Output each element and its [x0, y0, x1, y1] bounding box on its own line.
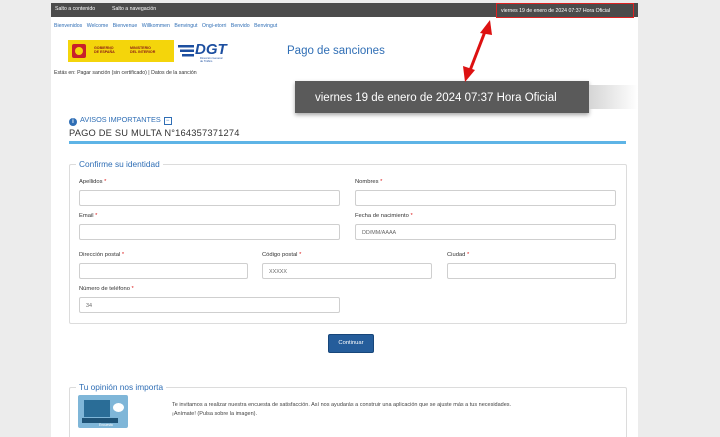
survey-image[interactable]: Encuesta [78, 395, 128, 428]
language-link[interactable]: Benvingut [174, 23, 197, 29]
language-link[interactable]: Ongi-etorri [202, 23, 227, 29]
dgt-wordmark: DGT [195, 41, 227, 58]
email-input[interactable] [79, 224, 340, 240]
language-link[interactable]: Benvido [231, 23, 250, 29]
nombres-input[interactable] [355, 190, 616, 206]
breadcrumb[interactable]: Estás en: Pagar sanción (sin certificado… [54, 70, 197, 76]
official-time: viernes 19 de enero de 2024 07:37 Hora O… [501, 7, 611, 14]
zoomed-official-time: viernes 19 de enero de 2024 07:37 Hora O… [315, 92, 557, 104]
page: Salto a contenido Salto a navegación vie… [51, 3, 638, 437]
language-link[interactable]: Benvingut [254, 23, 277, 29]
collapse-icon[interactable]: − [163, 117, 172, 125]
phone-label: Número de teléfono * [79, 286, 134, 292]
fine-title: PAGO DE SU MULTA N°164357371274 [69, 128, 240, 138]
language-link[interactable]: Welcome [87, 23, 109, 29]
language-selector: Bienvenidos Welcome Bienvenue Willkommen… [54, 23, 280, 29]
zoomed-time-fade [589, 85, 638, 109]
city-input[interactable] [447, 263, 616, 279]
coat-of-arms-icon [72, 44, 86, 58]
important-notices-toggle[interactable]: i AVISOS IMPORTANTES − [69, 115, 172, 126]
continue-button[interactable]: Continuar [328, 334, 374, 353]
birthdate-label: Fecha de nacimiento * [355, 213, 413, 219]
language-link[interactable]: Bienvenue [113, 23, 138, 29]
ministerio-label: MINISTERIO DEL INTERIOR [130, 46, 156, 55]
identity-fieldset: Confirme su identidad Apellidos * Nombre… [69, 159, 627, 324]
language-link[interactable]: Willkommen [142, 23, 170, 29]
section-divider [69, 141, 626, 144]
postal-code-label: Código postal * [262, 252, 302, 258]
nombres-label: Nombres * [355, 179, 383, 185]
birthdate-input[interactable]: DD/MM/AAAA [355, 224, 616, 240]
skip-to-navigation-link[interactable]: Salto a navegación [112, 6, 156, 12]
official-time-highlight: viernes 19 de enero de 2024 07:37 Hora O… [496, 3, 634, 18]
opinion-legend: Tu opinión nos importa [76, 382, 167, 392]
identity-legend: Confirme su identidad [76, 159, 163, 169]
dgt-logo[interactable]: DGT Dirección General de Tráfico [178, 41, 227, 63]
apellidos-label: Apellidos * [79, 179, 107, 185]
apellidos-input[interactable] [79, 190, 340, 206]
dgt-stripes-icon [178, 45, 194, 57]
page-title: Pago de sanciones [287, 45, 385, 57]
survey-image-label: Encuesta [99, 423, 113, 427]
survey-chat-icon [113, 403, 124, 412]
postal-code-input[interactable]: XXXXX [262, 263, 432, 279]
email-label: Email * [79, 213, 98, 219]
survey-screen-icon [84, 400, 110, 417]
address-label: Dirección postal * [79, 252, 125, 258]
phone-input[interactable]: 34 [79, 297, 340, 313]
city-label: Ciudad * [447, 252, 470, 258]
gobierno-logo[interactable]: GOBIERNO DE ESPAÑA MINISTERIO DEL INTERI… [68, 40, 174, 62]
gobierno-label: GOBIERNO DE ESPAÑA [94, 46, 115, 55]
zoomed-time-panel: viernes 19 de enero de 2024 07:37 Hora O… [295, 81, 589, 113]
important-notices-label: AVISOS IMPORTANTES [80, 115, 161, 124]
zoomed-time-callout: viernes 19 de enero de 2024 07:37 Hora O… [295, 81, 638, 113]
dgt-subtitle: Dirección General de Tráfico [200, 56, 223, 63]
survey-invitation-text: Te invitamos a realizar nuestra encuesta… [172, 402, 512, 417]
info-icon: i [69, 118, 77, 126]
address-input[interactable] [79, 263, 248, 279]
language-link[interactable]: Bienvenidos [54, 23, 82, 29]
skip-to-content-link[interactable]: Salto a contenido [55, 6, 95, 12]
